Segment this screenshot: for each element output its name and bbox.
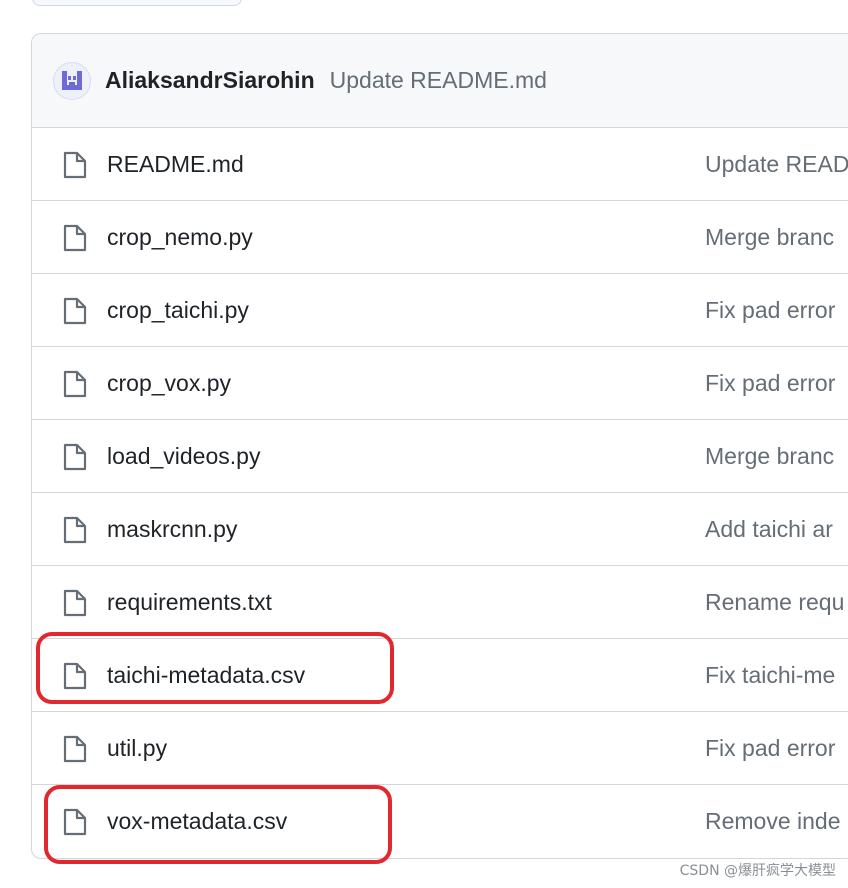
file-icon bbox=[63, 808, 87, 836]
author-avatar[interactable] bbox=[53, 61, 91, 100]
file-row-crop-taichi[interactable]: crop_taichi.py Fix pad error bbox=[32, 274, 848, 347]
file-row-requirements[interactable]: requirements.txt Rename requ bbox=[32, 566, 848, 639]
file-name-link[interactable]: vox-metadata.csv bbox=[107, 785, 287, 857]
file-icon bbox=[63, 735, 87, 763]
file-commit-message[interactable]: Remove inde bbox=[705, 785, 841, 857]
file-icon bbox=[63, 151, 87, 179]
file-icon bbox=[63, 224, 87, 252]
file-name-link[interactable]: crop_taichi.py bbox=[107, 274, 249, 346]
file-icon bbox=[63, 589, 87, 617]
file-browser: AliaksandrSiarohin Update README.md READ… bbox=[31, 33, 848, 859]
top-button-stub[interactable] bbox=[32, 0, 242, 6]
file-name-link[interactable]: crop_nemo.py bbox=[107, 201, 253, 273]
file-icon bbox=[63, 297, 87, 325]
file-commit-message[interactable]: Rename requ bbox=[705, 566, 844, 638]
identicon-avatar-icon bbox=[62, 70, 82, 90]
file-commit-message[interactable]: Fix pad error bbox=[705, 274, 835, 346]
file-row-vox-metadata[interactable]: vox-metadata.csv Remove inde bbox=[32, 785, 848, 858]
file-row-crop-nemo[interactable]: crop_nemo.py Merge branc bbox=[32, 201, 848, 274]
file-row-taichi-metadata[interactable]: taichi-metadata.csv Fix taichi-me bbox=[32, 639, 848, 712]
watermark: CSDN @爆肝疯学大模型 bbox=[679, 863, 836, 879]
file-row-load-videos[interactable]: load_videos.py Merge branc bbox=[32, 420, 848, 493]
file-name-link[interactable]: util.py bbox=[107, 712, 167, 784]
file-icon bbox=[63, 662, 87, 690]
latest-commit-bar: AliaksandrSiarohin Update README.md bbox=[32, 34, 848, 128]
file-icon bbox=[63, 516, 87, 544]
file-commit-message[interactable]: Add taichi ar bbox=[705, 493, 833, 565]
file-row-util[interactable]: util.py Fix pad error bbox=[32, 712, 848, 785]
file-commit-message[interactable]: Fix pad error bbox=[705, 712, 835, 784]
file-commit-message[interactable]: Fix taichi-me bbox=[705, 639, 835, 711]
file-name-link[interactable]: crop_vox.py bbox=[107, 347, 231, 419]
commit-author-link[interactable]: AliaksandrSiarohin bbox=[105, 67, 315, 94]
file-commit-message[interactable]: Merge branc bbox=[705, 420, 834, 492]
file-commit-message[interactable]: Fix pad error bbox=[705, 347, 835, 419]
file-commit-message[interactable]: Update READM bbox=[705, 128, 848, 200]
file-name-link[interactable]: load_videos.py bbox=[107, 420, 260, 492]
file-row-crop-vox[interactable]: crop_vox.py Fix pad error bbox=[32, 347, 848, 420]
file-name-link[interactable]: maskrcnn.py bbox=[107, 493, 237, 565]
file-commit-message[interactable]: Merge branc bbox=[705, 201, 834, 273]
file-name-link[interactable]: taichi-metadata.csv bbox=[107, 639, 305, 711]
file-name-link[interactable]: README.md bbox=[107, 128, 244, 200]
file-icon bbox=[63, 370, 87, 398]
file-row-readme[interactable]: README.md Update READM bbox=[32, 128, 848, 201]
file-list: README.md Update READM crop_nemo.py Merg… bbox=[32, 128, 848, 858]
file-row-maskrcnn[interactable]: maskrcnn.py Add taichi ar bbox=[32, 493, 848, 566]
file-name-link[interactable]: requirements.txt bbox=[107, 566, 272, 638]
file-icon bbox=[63, 443, 87, 471]
latest-commit-message[interactable]: Update README.md bbox=[330, 67, 547, 94]
